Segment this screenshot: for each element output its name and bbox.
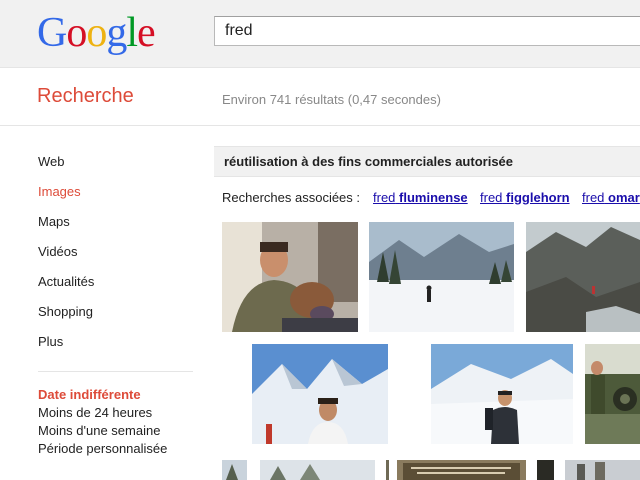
image-result-monument[interactable] [565,460,640,480]
image-result-snowy-trees[interactable] [222,460,247,480]
image-result-dark[interactable] [537,460,554,480]
related-prefix: fred [373,190,396,205]
time-filter-any[interactable]: Date indifférente [38,387,141,402]
related-term: figglehorn [506,190,570,205]
image-result-man-in-snowy-mountains[interactable] [252,344,388,444]
related-prefix: fred [582,190,605,205]
trees-photo [386,460,389,480]
logo-letter: l [126,10,138,56]
related-term: omar [608,190,640,205]
man-with-baby-photo [222,222,358,332]
related-prefix: fred [480,190,503,205]
time-filter-week[interactable]: Moins d'une semaine [38,423,160,438]
related-term: fluminense [399,190,468,205]
mountain-cliffs-photo [526,222,640,332]
results-title-bar: Recherche Environ 741 résultats (0,47 se… [0,69,640,126]
page-title: Recherche [37,85,134,107]
image-result-trees[interactable] [386,460,389,480]
logo-letter: o [86,10,107,56]
sidebar-item-maps[interactable]: Maps [38,214,70,229]
soldiers-with-cannon-photo [585,344,640,444]
logo-letter: g [106,10,127,56]
snowy-trees-photo [222,460,247,480]
related-searches-label: Recherches associées : [222,190,361,205]
dark-photo [537,460,554,480]
sidebar-item-videos[interactable]: Vidéos [38,244,78,259]
sidebar-item-news[interactable]: Actualités [38,274,94,289]
search-results-page: { "header": { "logo_letters": ["G","o","… [0,0,640,480]
man-in-snowy-mountains-photo [252,344,388,444]
logo-letter: o [66,10,87,56]
image-result-mountain-cliffs[interactable] [526,222,640,332]
top-bar: Google [0,0,640,68]
image-result-man-with-baby[interactable] [222,222,358,332]
related-search-link[interactable]: fred fluminense [373,190,468,205]
memorial-plaque-photo [397,460,526,480]
hiker-on-snowfield-photo [431,344,573,444]
sidebar-item-images[interactable]: Images [38,184,81,199]
image-result-soldiers-with-cannon[interactable] [585,344,640,444]
time-filter-24h[interactable]: Moins de 24 heures [38,405,152,420]
sidebar: Web Images Maps Vidéos Actualités Shoppi… [0,126,200,480]
sidebar-item-more[interactable]: Plus [38,334,63,349]
sidebar-item-shopping[interactable]: Shopping [38,304,93,319]
result-stats: Environ 741 résultats (0,47 secondes) [222,92,441,107]
license-filter-label: réutilisation à des fins commerciales au… [224,154,514,169]
license-filter-bar: réutilisation à des fins commerciales au… [214,146,640,177]
logo-letter: e [137,10,156,56]
sidebar-item-web[interactable]: Web [38,154,65,169]
related-search-link[interactable]: fred omar [582,190,640,205]
time-filter-custom[interactable]: Période personnalisée [38,441,167,456]
search-input[interactable] [214,16,640,46]
image-result-snowy-landscape[interactable] [260,460,375,480]
related-search-link[interactable]: fred figglehorn [480,190,570,205]
image-result-hiker-on-snowfield[interactable] [431,344,573,444]
image-result-memorial-plaque[interactable] [397,460,526,480]
google-logo[interactable]: Google [37,10,156,56]
sidebar-divider [38,371,193,372]
snowy-forest-skier-photo [369,222,514,332]
image-result-snowy-forest[interactable] [369,222,514,332]
logo-letter: G [37,10,67,56]
snowy-landscape-photo [260,460,375,480]
monument-photo [565,460,640,480]
